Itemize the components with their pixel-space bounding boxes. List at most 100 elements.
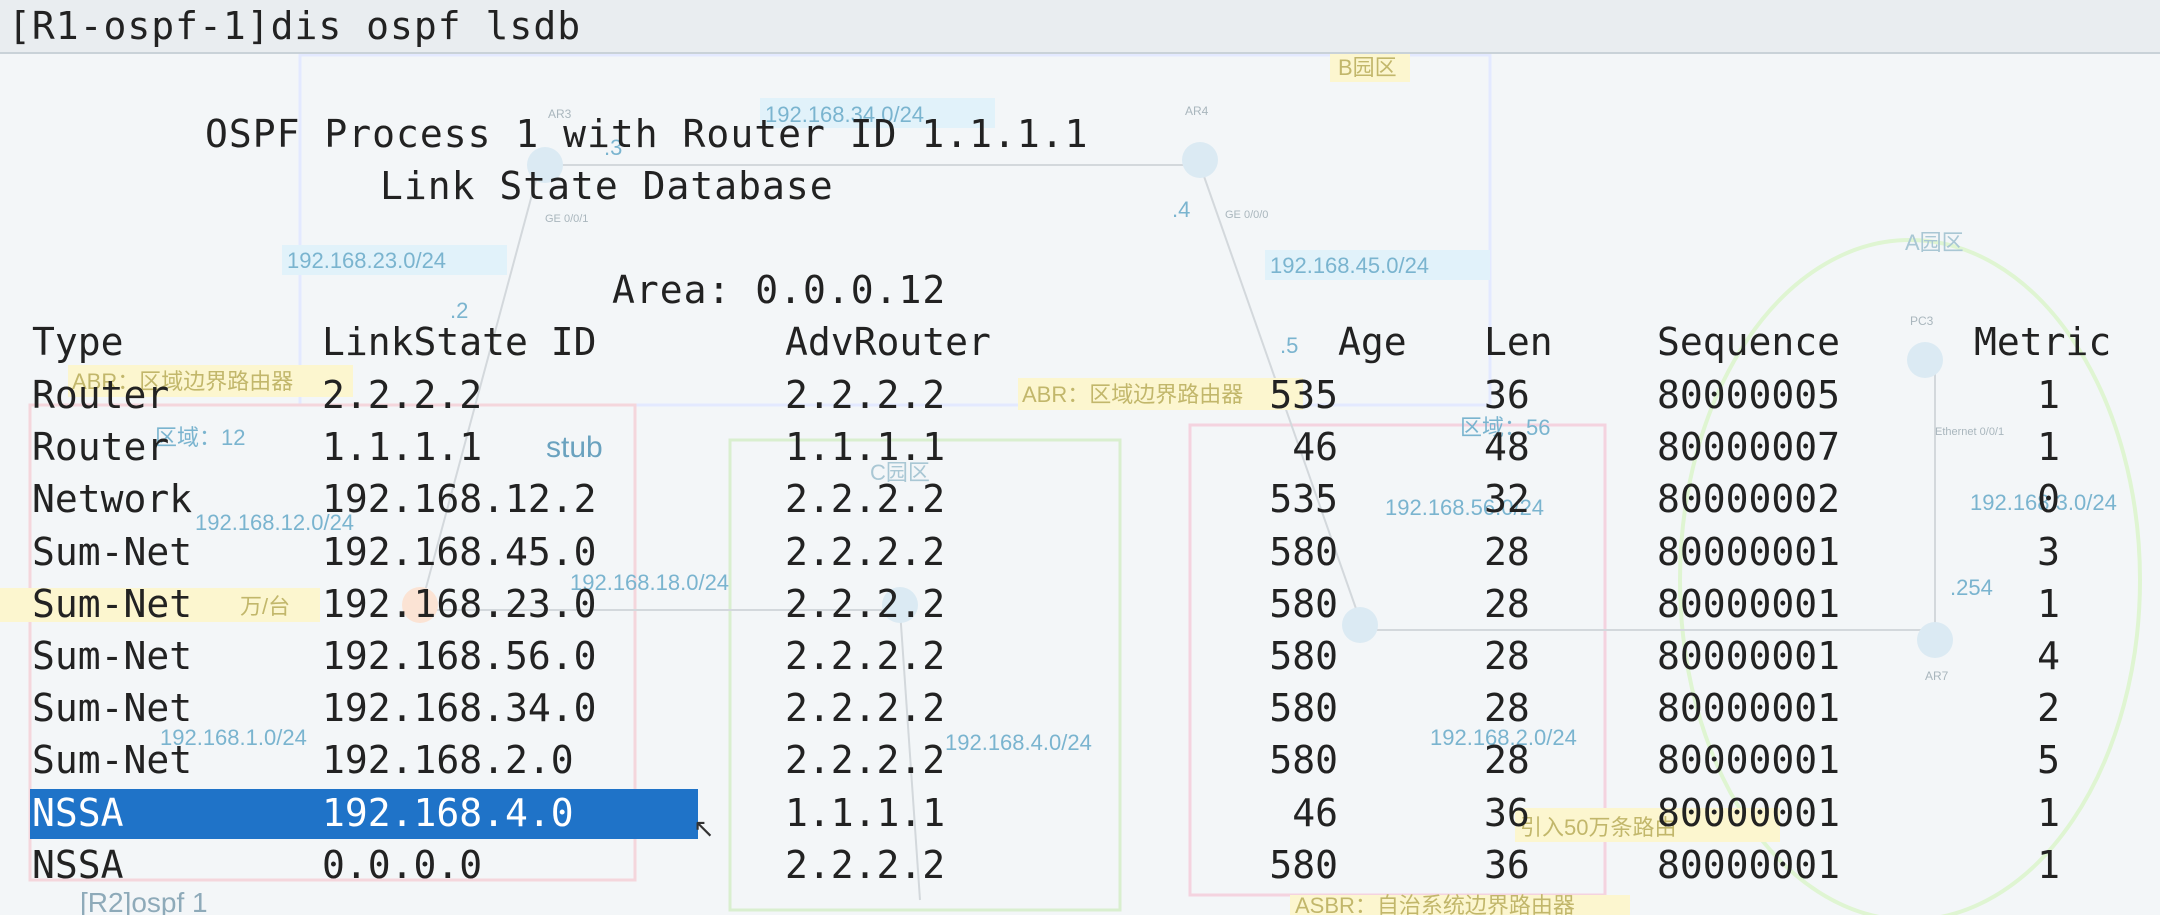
- table-row[interactable]: Sum-Net 192.168.56.0 2.2.2.2 580 28 80000001 4: [0, 634, 2160, 686]
- table-row[interactable]: Router 2.2.2.2 2.2.2.2 535 36 80000005 1: [0, 373, 2160, 425]
- table-row[interactable]: NSSA 0.0.0.0 2.2.2.2 580 36 80000001 1: [0, 843, 2160, 895]
- cell-len: 36: [1484, 373, 1530, 417]
- mouse-pointer-icon: ↖: [693, 814, 715, 844]
- header-type: Type: [32, 320, 124, 364]
- cell-sequence: 80000001: [1657, 530, 1841, 574]
- cell-len: 28: [1484, 582, 1530, 626]
- cell-age: 580: [1269, 738, 1338, 782]
- header-len: Len: [1484, 320, 1553, 364]
- cell-metric: 0: [2037, 477, 2060, 521]
- cell-age: 535: [1269, 477, 1338, 521]
- cell-link-state-id: 192.168.45.0: [322, 530, 597, 574]
- cell-type: Sum-Net: [32, 634, 193, 678]
- cell-sequence: 80000001: [1657, 738, 1841, 782]
- area-line: Area: 0.0.0.12: [612, 268, 947, 312]
- cell-sequence: 80000007: [1657, 425, 1841, 469]
- label-net-45: 192.168.45.0/24: [1270, 253, 1429, 278]
- cell-adv-router: 2.2.2.2: [785, 686, 946, 730]
- cell-metric: 1: [2037, 373, 2060, 417]
- cell-age: 46: [1292, 425, 1338, 469]
- cell-metric: 1: [2037, 843, 2060, 887]
- cell-adv-router: 2.2.2.2: [785, 582, 946, 626]
- cell-link-state-id: 2.2.2.2: [322, 373, 483, 417]
- label-net-23: 192.168.23.0/24: [287, 248, 446, 273]
- cell-sequence: 80000001: [1657, 791, 1841, 835]
- label-campus-a: A园区: [1905, 230, 1964, 255]
- label-dot5: .5: [1280, 333, 1298, 358]
- cell-age: 580: [1269, 843, 1338, 887]
- cell-adv-router: 2.2.2.2: [785, 634, 946, 678]
- label-ar4: AR4: [1185, 104, 1209, 118]
- cell-link-state-id: 0.0.0.0: [322, 843, 483, 887]
- cell-len: 28: [1484, 738, 1530, 782]
- label-ge001: GE 0/0/1: [545, 213, 588, 225]
- cell-age: 46: [1292, 791, 1338, 835]
- cell-age: 580: [1269, 582, 1338, 626]
- cell-len: 36: [1484, 791, 1530, 835]
- label-campus-b: B园区: [1338, 55, 1397, 80]
- cell-type: NSSA: [32, 791, 124, 835]
- table-row[interactable]: Router 1.1.1.1 1.1.1.1 46 48 80000007 1: [0, 425, 2160, 477]
- cell-type: Router: [32, 425, 170, 469]
- cell-metric: 1: [2037, 791, 2060, 835]
- cell-len: 32: [1484, 477, 1530, 521]
- table-row[interactable]: Sum-Net 192.168.2.0 2.2.2.2 580 28 80000001 5: [0, 738, 2160, 790]
- cell-type: Router: [32, 373, 170, 417]
- cell-metric: 3: [2037, 530, 2060, 574]
- cell-metric: 5: [2037, 738, 2060, 782]
- router-ar4-icon: [1182, 142, 1218, 178]
- cell-link-state-id: 192.168.34.0: [322, 686, 597, 730]
- cell-type: Network: [32, 477, 193, 521]
- cell-link-state-id: 192.168.4.0: [322, 791, 574, 835]
- cell-adv-router: 2.2.2.2: [785, 477, 946, 521]
- table-row[interactable]: Network 192.168.12.2 2.2.2.2 535 32 80000002 0: [0, 477, 2160, 529]
- cell-type: Sum-Net: [32, 582, 193, 626]
- cell-link-state-id: 192.168.56.0: [322, 634, 597, 678]
- label-ge000: GE 0/0/0: [1225, 209, 1268, 221]
- cell-adv-router: 2.2.2.2: [785, 738, 946, 782]
- cell-adv-router: 2.2.2.2: [785, 373, 946, 417]
- cell-age: 580: [1269, 686, 1338, 730]
- cell-adv-router: 2.2.2.2: [785, 843, 946, 887]
- cell-type: NSSA: [32, 843, 124, 887]
- label-pc3: PC3: [1910, 314, 1934, 328]
- table-row[interactable]: NSSA 192.168.4.0 1.1.1.1 46 36 80000001 1: [0, 789, 2160, 843]
- cell-age: 535: [1269, 373, 1338, 417]
- cell-type: Sum-Net: [32, 686, 193, 730]
- cell-adv-router: 1.1.1.1: [785, 425, 946, 469]
- cell-age: 580: [1269, 634, 1338, 678]
- terminal-command-line[interactable]: [R1-ospf-1]dis ospf lsdb: [8, 4, 581, 48]
- cell-len: 28: [1484, 634, 1530, 678]
- process-header: OSPF Process 1 with Router ID 1.1.1.1: [205, 112, 1089, 156]
- cell-len: 36: [1484, 843, 1530, 887]
- cell-adv-router: 1.1.1.1: [785, 791, 946, 835]
- cell-type: Sum-Net: [32, 738, 193, 782]
- cell-len: 48: [1484, 425, 1530, 469]
- cell-sequence: 80000002: [1657, 477, 1841, 521]
- cell-len: 28: [1484, 530, 1530, 574]
- cell-sequence: 80000001: [1657, 634, 1841, 678]
- cell-sequence: 80000001: [1657, 686, 1841, 730]
- table-row[interactable]: Sum-Net 192.168.23.0 2.2.2.2 580 28 80000001 1: [0, 582, 2160, 634]
- cell-link-state-id: 192.168.23.0: [322, 582, 597, 626]
- cell-metric: 1: [2037, 425, 2060, 469]
- cell-sequence: 80000001: [1657, 843, 1841, 887]
- header-adv-router: AdvRouter: [785, 320, 991, 364]
- cell-metric: 2: [2037, 686, 2060, 730]
- cell-metric: 1: [2037, 582, 2060, 626]
- lsdb-title: Link State Database: [380, 164, 834, 208]
- cell-sequence: 80000001: [1657, 582, 1841, 626]
- cell-sequence: 80000005: [1657, 373, 1841, 417]
- label-asbr: ASBR：自治系统边界路由器: [1295, 893, 1575, 915]
- label-dot4: .4: [1172, 197, 1190, 222]
- table-row[interactable]: Sum-Net 192.168.45.0 2.2.2.2 580 28 80000001 3: [0, 530, 2160, 582]
- header-age: Age: [1338, 320, 1407, 364]
- cell-metric: 4: [2037, 634, 2060, 678]
- header-metric: Metric: [1974, 320, 2112, 364]
- table-row[interactable]: Sum-Net 192.168.34.0 2.2.2.2 580 28 80000001 2: [0, 686, 2160, 738]
- cell-link-state-id: 192.168.12.2: [322, 477, 597, 521]
- cell-link-state-id: 1.1.1.1: [322, 425, 483, 469]
- header-link-state-id: LinkState ID: [322, 320, 597, 364]
- cell-age: 580: [1269, 530, 1338, 574]
- cell-link-state-id: 192.168.2.0: [322, 738, 574, 782]
